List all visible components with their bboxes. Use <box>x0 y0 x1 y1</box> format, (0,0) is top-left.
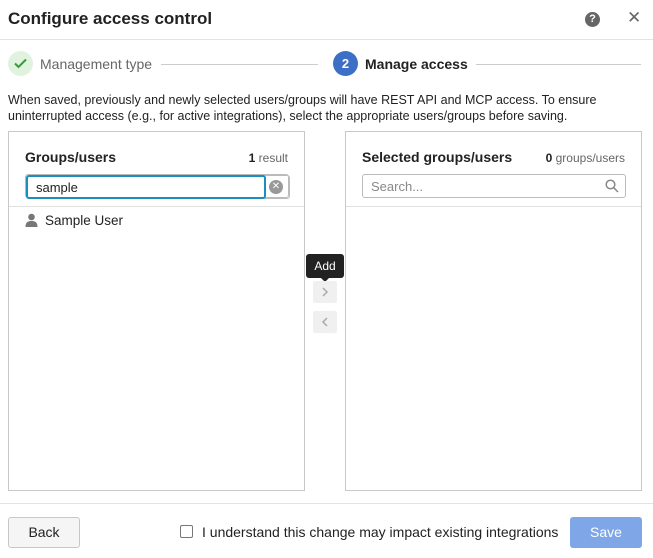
stepper: Management type 2 Manage access <box>0 48 653 80</box>
user-icon <box>25 213 38 227</box>
selected-count-number: 0 <box>545 151 553 165</box>
panel-title: Selected groups/users <box>362 149 513 165</box>
chevron-right-icon <box>322 287 329 297</box>
dialog-header: Configure access control ? ✕ <box>0 0 653 40</box>
step-management-type[interactable]: Management type <box>40 56 152 72</box>
result-count-number: 1 <box>248 151 256 165</box>
step-connector <box>476 64 641 65</box>
selected-search-input[interactable] <box>363 175 625 197</box>
check-icon <box>14 58 27 69</box>
step-completed-indicator <box>8 51 33 76</box>
panel-title: Groups/users <box>25 149 117 165</box>
result-count-label: result <box>258 151 288 165</box>
save-button[interactable]: Save <box>570 517 642 548</box>
clear-search-icon[interactable]: ✕ <box>269 180 283 194</box>
add-tooltip: Add <box>306 254 344 278</box>
chevron-left-icon <box>321 317 328 327</box>
close-icon[interactable]: ✕ <box>627 9 641 27</box>
back-button[interactable]: Back <box>8 517 80 548</box>
search-field: ✕ <box>25 174 290 199</box>
selected-count-label: groups/users <box>555 151 625 165</box>
panel-header: Groups/users 1 result ✕ <box>9 132 304 207</box>
dialog-footer: Back I understand this change may impact… <box>0 503 653 558</box>
add-button[interactable] <box>313 281 337 303</box>
step-connector <box>161 64 318 65</box>
step-manage-access: Manage access <box>365 56 468 72</box>
search-icon <box>605 179 619 193</box>
search-input[interactable] <box>26 175 266 199</box>
step-number-badge: 2 <box>333 51 358 76</box>
acknowledge-label[interactable]: I understand this change may impact exis… <box>202 524 558 540</box>
remove-button[interactable] <box>313 311 337 333</box>
dialog-title: Configure access control <box>8 9 213 28</box>
selected-count: 0 groups/users <box>546 151 625 165</box>
result-count: 1 result <box>249 151 288 165</box>
description-text: When saved, previously and newly selecte… <box>8 93 597 123</box>
help-icon[interactable]: ? <box>585 12 600 27</box>
list-item-label: Sample User <box>45 213 124 228</box>
groups-users-panel: Groups/users 1 result ✕ Sample User <box>8 131 305 491</box>
panel-header: Selected groups/users 0 groups/users <box>346 132 641 207</box>
selected-groups-users-panel: Selected groups/users 0 groups/users <box>345 131 642 491</box>
acknowledge-checkbox[interactable] <box>180 525 193 538</box>
selected-search-field <box>362 174 626 198</box>
